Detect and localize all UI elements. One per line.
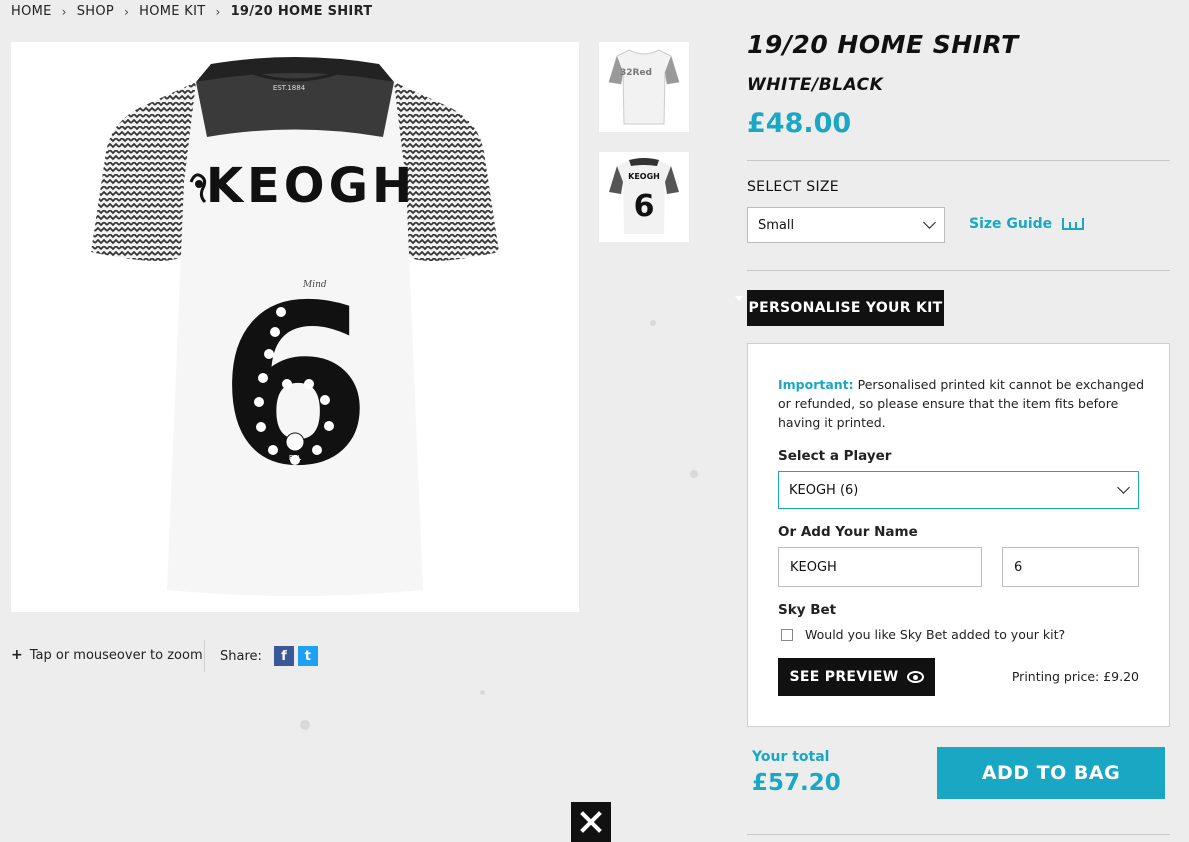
- thumbnail-back[interactable]: KEOGH 6: [599, 152, 689, 242]
- divider: [747, 160, 1170, 161]
- total-value: £57.20: [752, 770, 841, 796]
- thumb-sponsor-text: 32Red: [620, 68, 652, 78]
- plus-icon: +: [11, 647, 23, 663]
- zoom-hint-text: Tap or mouseover to zoom: [29, 647, 203, 663]
- ruler-icon: [1062, 218, 1085, 230]
- breadcrumb-home-kit[interactable]: HOME KIT: [139, 4, 205, 19]
- chevron-right-icon: ›: [215, 4, 221, 19]
- total-label: Your total: [752, 749, 830, 765]
- see-preview-label: SEE PREVIEW: [789, 669, 899, 685]
- breadcrumb-current: 19/20 HOME SHIRT: [230, 4, 373, 19]
- caret-down-icon: [735, 296, 743, 301]
- player-label: Select a Player: [778, 448, 892, 464]
- player-select[interactable]: KEOGH (6): [778, 471, 1139, 509]
- thumbnail-front[interactable]: 32Red: [599, 42, 689, 132]
- see-preview-button[interactable]: SEE PREVIEW: [778, 658, 935, 696]
- skybet-label: Sky Bet: [778, 602, 837, 618]
- skybet-option[interactable]: Would you like Sky Bet added to your kit…: [781, 627, 1065, 642]
- mind-sleeve-text: Mind: [302, 280, 327, 290]
- number-input[interactable]: [1002, 547, 1139, 587]
- thumb-name-text: KEOGH: [628, 172, 660, 181]
- share-label: Share:: [220, 648, 262, 664]
- size-guide-link[interactable]: Size Guide: [969, 216, 1085, 232]
- divider: [747, 270, 1170, 271]
- divider: [747, 834, 1170, 835]
- breadcrumb: HOME › SHOP › HOME KIT › 19/20 HOME SHIR…: [11, 4, 372, 19]
- size-select[interactable]: Small: [747, 207, 945, 243]
- personalise-tab[interactable]: PERSONALISE YOUR KIT: [747, 290, 944, 326]
- breadcrumb-shop[interactable]: SHOP: [77, 4, 114, 19]
- share-divider: [204, 640, 205, 672]
- background-speck: [480, 690, 485, 695]
- main-product-image[interactable]: EST.1884 KEOGH 6 Mind EFL: [11, 42, 579, 612]
- chevron-down-icon: [1117, 481, 1130, 494]
- close-button[interactable]: [571, 802, 611, 842]
- zoom-hint: + Tap or mouseover to zoom: [11, 647, 203, 663]
- shirt-number-text: 6: [218, 258, 371, 514]
- breadcrumb-home[interactable]: HOME: [11, 4, 52, 19]
- shirt-name-text: KEOGH: [206, 158, 416, 214]
- skybet-question: Would you like Sky Bet added to your kit…: [805, 627, 1066, 642]
- chevron-right-icon: ›: [61, 4, 67, 19]
- product-price: £48.00: [747, 108, 852, 139]
- shirt-front-thumbnail: 32Red: [608, 49, 680, 125]
- share-bar: Share: f t: [220, 646, 322, 666]
- shirt-back-illustration: EST.1884 KEOGH 6 Mind EFL: [91, 57, 499, 596]
- player-selected-value: KEOGH (6): [789, 482, 859, 498]
- shirt-back-thumbnail: KEOGH 6: [609, 158, 679, 234]
- efl-badge-text: EFL: [289, 454, 301, 462]
- product-colour: WHITE/BLACK: [747, 75, 884, 95]
- size-selected-value: Small: [758, 217, 795, 233]
- important-notice: Important: Personalised printed kit cann…: [778, 375, 1148, 432]
- est-text: EST.1884: [273, 84, 306, 92]
- personalise-panel: Important: Personalised printed kit cann…: [747, 343, 1170, 727]
- eye-icon: [906, 671, 924, 683]
- background-speck: [650, 320, 656, 326]
- size-label: SELECT SIZE: [747, 179, 839, 195]
- thumb-number-text: 6: [634, 189, 655, 224]
- printing-price: Printing price: £9.20: [1011, 669, 1139, 684]
- chevron-right-icon: ›: [124, 4, 130, 19]
- background-speck: [300, 720, 310, 730]
- product-title: 19/20 HOME SHIRT: [747, 30, 1019, 59]
- twitter-icon[interactable]: t: [297, 646, 318, 666]
- skybet-checkbox[interactable]: [781, 628, 793, 641]
- name-input[interactable]: [778, 547, 982, 587]
- name-label: Or Add Your Name: [778, 524, 918, 540]
- add-to-bag-button[interactable]: ADD TO BAG: [937, 747, 1165, 799]
- close-icon: [580, 811, 602, 833]
- facebook-icon[interactable]: f: [273, 646, 294, 666]
- important-label: Important:: [778, 377, 854, 392]
- chevron-down-icon: [923, 216, 936, 229]
- size-guide-label: Size Guide: [969, 216, 1053, 232]
- background-speck: [690, 470, 698, 478]
